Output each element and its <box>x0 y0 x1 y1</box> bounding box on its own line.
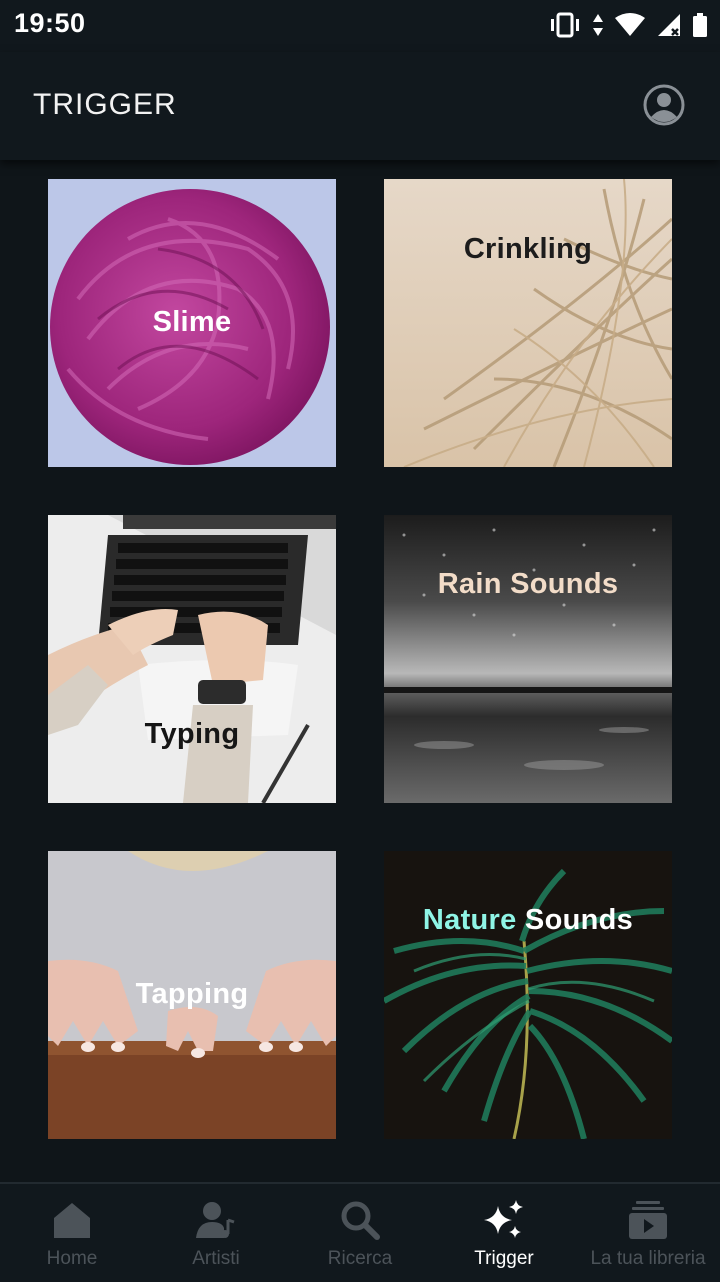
account-icon <box>643 84 685 126</box>
search-icon <box>341 1201 380 1240</box>
tile-crinkling[interactable]: Crinkling <box>384 179 672 467</box>
tile-label: Nature Sounds <box>384 904 672 937</box>
tile-label: Rain Sounds <box>437 568 619 600</box>
status-time: 19:50 <box>14 8 86 38</box>
tile-nature-sounds[interactable]: Nature Sounds <box>384 851 672 1139</box>
tile-label: Crinkling <box>463 233 593 265</box>
data-arrows-icon <box>593 14 603 36</box>
dry-grass-image <box>384 179 672 467</box>
palm-leaf-image <box>384 851 672 1139</box>
tile-label-rest: Sounds <box>516 904 634 936</box>
nav-label: Trigger <box>474 1248 534 1269</box>
bottom-nav: Home Artisti Ricerca Trigger La tua libr… <box>0 1182 720 1282</box>
home-icon <box>54 1203 90 1238</box>
nav-artists[interactable]: Artisti <box>144 1184 288 1282</box>
app-bar: TRIGGER <box>0 52 720 160</box>
tile-label: Tapping <box>135 978 249 1010</box>
tile-label: Slime <box>152 306 232 338</box>
laptop-typing-image <box>48 515 336 803</box>
nav-label: Home <box>46 1248 98 1269</box>
signal-icon <box>658 14 680 36</box>
nav-home[interactable]: Home <box>0 1184 144 1282</box>
status-icons <box>548 10 708 40</box>
nav-trigger[interactable]: Trigger <box>432 1184 576 1282</box>
library-icon <box>629 1201 667 1239</box>
sparkle-icon <box>484 1200 523 1238</box>
nav-search[interactable]: Ricerca <box>288 1184 432 1282</box>
tile-slime[interactable]: Slime <box>48 179 336 467</box>
tile-rain-sounds[interactable]: Rain Sounds <box>384 515 672 803</box>
wifi-icon <box>615 13 645 36</box>
battery-icon <box>693 13 707 37</box>
tile-label-accent: Nature <box>422 904 517 936</box>
nav-label: Artisti <box>192 1248 240 1269</box>
trigger-grid: Slime Crinkling Typing Rain Sounds Tappi… <box>0 160 720 1182</box>
page-title: TRIGGER <box>33 88 177 121</box>
nav-label: La tua libreria <box>590 1248 706 1269</box>
status-bar: 19:50 <box>0 0 720 52</box>
account-button[interactable] <box>642 83 686 127</box>
artist-icon <box>196 1202 235 1238</box>
rain-image <box>384 515 672 803</box>
nav-library[interactable]: La tua libreria <box>576 1184 720 1282</box>
tile-typing[interactable]: Typing <box>48 515 336 803</box>
tile-tapping[interactable]: Tapping <box>48 851 336 1139</box>
nav-label: Ricerca <box>327 1248 393 1269</box>
tile-label: Typing <box>144 718 240 750</box>
vibrate-icon <box>551 12 579 38</box>
